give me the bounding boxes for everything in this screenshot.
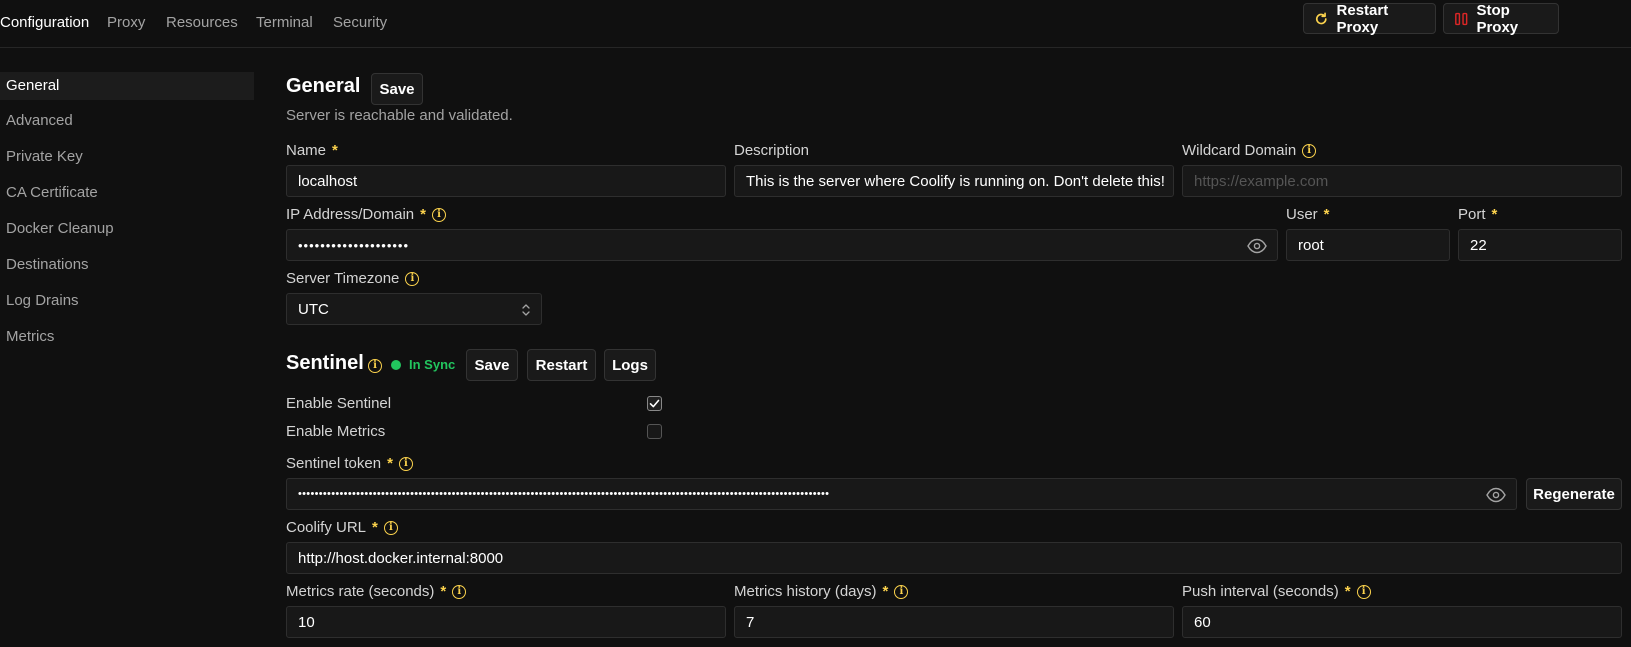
- enable-metrics-checkbox[interactable]: [647, 424, 662, 439]
- user-label: User *: [1286, 206, 1330, 223]
- metrics-history-label: Metrics history (days) * i: [734, 583, 909, 600]
- coolify-url-input[interactable]: http://host.docker.internal:8000: [286, 542, 1622, 574]
- eye-icon[interactable]: [1247, 238, 1267, 254]
- info-icon[interactable]: i: [452, 584, 467, 599]
- tab-proxy[interactable]: Proxy: [107, 14, 145, 31]
- restart-proxy-label: Restart Proxy: [1336, 1, 1389, 36]
- top-nav: Configuration Proxy Resources Terminal S…: [0, 0, 1631, 48]
- tab-terminal[interactable]: Terminal: [256, 14, 313, 31]
- stop-proxy-label: Stop Proxy: [1476, 1, 1519, 36]
- tab-configuration[interactable]: Configuration: [0, 14, 89, 31]
- sentinel-save-button[interactable]: Save: [466, 349, 518, 381]
- sidebar-item-destinations[interactable]: Destinations: [0, 251, 254, 279]
- wildcard-domain-label: Wildcard Domain i: [1182, 142, 1317, 159]
- info-icon[interactable]: i: [1356, 584, 1371, 599]
- timezone-select[interactable]: UTC: [286, 293, 542, 325]
- timezone-label: Server Timezone i: [286, 270, 420, 287]
- wildcard-domain-input[interactable]: https://example.com: [1182, 165, 1622, 197]
- required-mark: *: [332, 142, 338, 159]
- info-icon[interactable]: i: [405, 271, 420, 286]
- sidebar-item-log-drains[interactable]: Log Drains: [0, 287, 254, 315]
- tab-security[interactable]: Security: [333, 14, 387, 31]
- general-save-button[interactable]: Save: [371, 73, 423, 105]
- sidebar-item-private-key[interactable]: Private Key: [0, 143, 254, 171]
- sentinel-title: Sentinel: [286, 352, 364, 374]
- status-dot: [391, 359, 401, 370]
- metrics-rate-label: Metrics rate (seconds) * i: [286, 583, 467, 600]
- eye-icon[interactable]: [1486, 487, 1506, 503]
- sidebar-item-advanced[interactable]: Advanced: [0, 107, 254, 135]
- chevron-up-down-icon: [522, 304, 530, 316]
- enable-sentinel-checkbox[interactable]: [647, 396, 662, 411]
- coolify-url-label: Coolify URL * i: [286, 519, 398, 536]
- ip-address-input[interactable]: ••••••••••••••••••••: [286, 229, 1278, 261]
- tab-resources[interactable]: Resources: [166, 14, 238, 31]
- refresh-icon: [1315, 12, 1327, 24]
- info-icon[interactable]: i: [398, 456, 413, 471]
- port-label: Port *: [1458, 206, 1498, 223]
- name-label: Name *: [286, 142, 338, 159]
- sentinel-token-input[interactable]: ••••••••••••••••••••••••••••••••••••••••…: [286, 478, 1517, 510]
- sentinel-logs-button[interactable]: Logs: [604, 349, 656, 381]
- description-label: Description: [734, 142, 810, 159]
- general-title: General: [286, 75, 361, 97]
- metrics-history-input[interactable]: 7: [734, 606, 1174, 638]
- stop-proxy-button[interactable]: Stop Proxy: [1443, 1, 1559, 36]
- check-icon: [649, 399, 660, 408]
- push-interval-input[interactable]: 60: [1182, 606, 1622, 638]
- sentinel-token-label: Sentinel token * i: [286, 455, 413, 472]
- sidebar-item-docker-cleanup[interactable]: Docker Cleanup: [0, 215, 254, 243]
- info-icon[interactable]: i: [431, 207, 446, 222]
- stop-icon: [1455, 12, 1468, 25]
- restart-proxy-button[interactable]: Restart Proxy: [1303, 1, 1436, 36]
- info-icon[interactable]: i: [894, 584, 909, 599]
- enable-sentinel-label: Enable Sentinel: [286, 395, 392, 412]
- regenerate-button[interactable]: Regenerate: [1526, 478, 1622, 510]
- user-input[interactable]: root: [1286, 229, 1450, 261]
- info-icon[interactable]: i: [383, 520, 398, 535]
- server-status-text: Server is reachable and validated.: [286, 107, 513, 124]
- sentinel-status-badge: In Sync: [391, 357, 455, 372]
- info-icon[interactable]: i: [368, 359, 382, 373]
- ip-address-value: ••••••••••••••••••••: [298, 237, 410, 253]
- push-interval-label: Push interval (seconds) * i: [1182, 583, 1371, 600]
- sentinel-restart-button[interactable]: Restart: [527, 349, 596, 381]
- enable-metrics-label: Enable Metrics: [286, 423, 386, 440]
- info-icon[interactable]: i: [1302, 143, 1317, 158]
- sidebar-item-metrics[interactable]: Metrics: [0, 323, 254, 351]
- timezone-value: UTC: [298, 300, 329, 318]
- name-input[interactable]: localhost: [286, 165, 726, 197]
- sentinel-token-value: ••••••••••••••••••••••••••••••••••••••••…: [298, 488, 830, 500]
- sidebar-item-general[interactable]: General: [0, 72, 254, 100]
- metrics-rate-input[interactable]: 10: [286, 606, 726, 638]
- sidebar-item-ca-certificate[interactable]: CA Certificate: [0, 179, 254, 207]
- ip-address-label: IP Address/Domain * i: [286, 206, 446, 223]
- port-input[interactable]: 22: [1458, 229, 1622, 261]
- description-input[interactable]: This is the server where Coolify is runn…: [734, 165, 1174, 197]
